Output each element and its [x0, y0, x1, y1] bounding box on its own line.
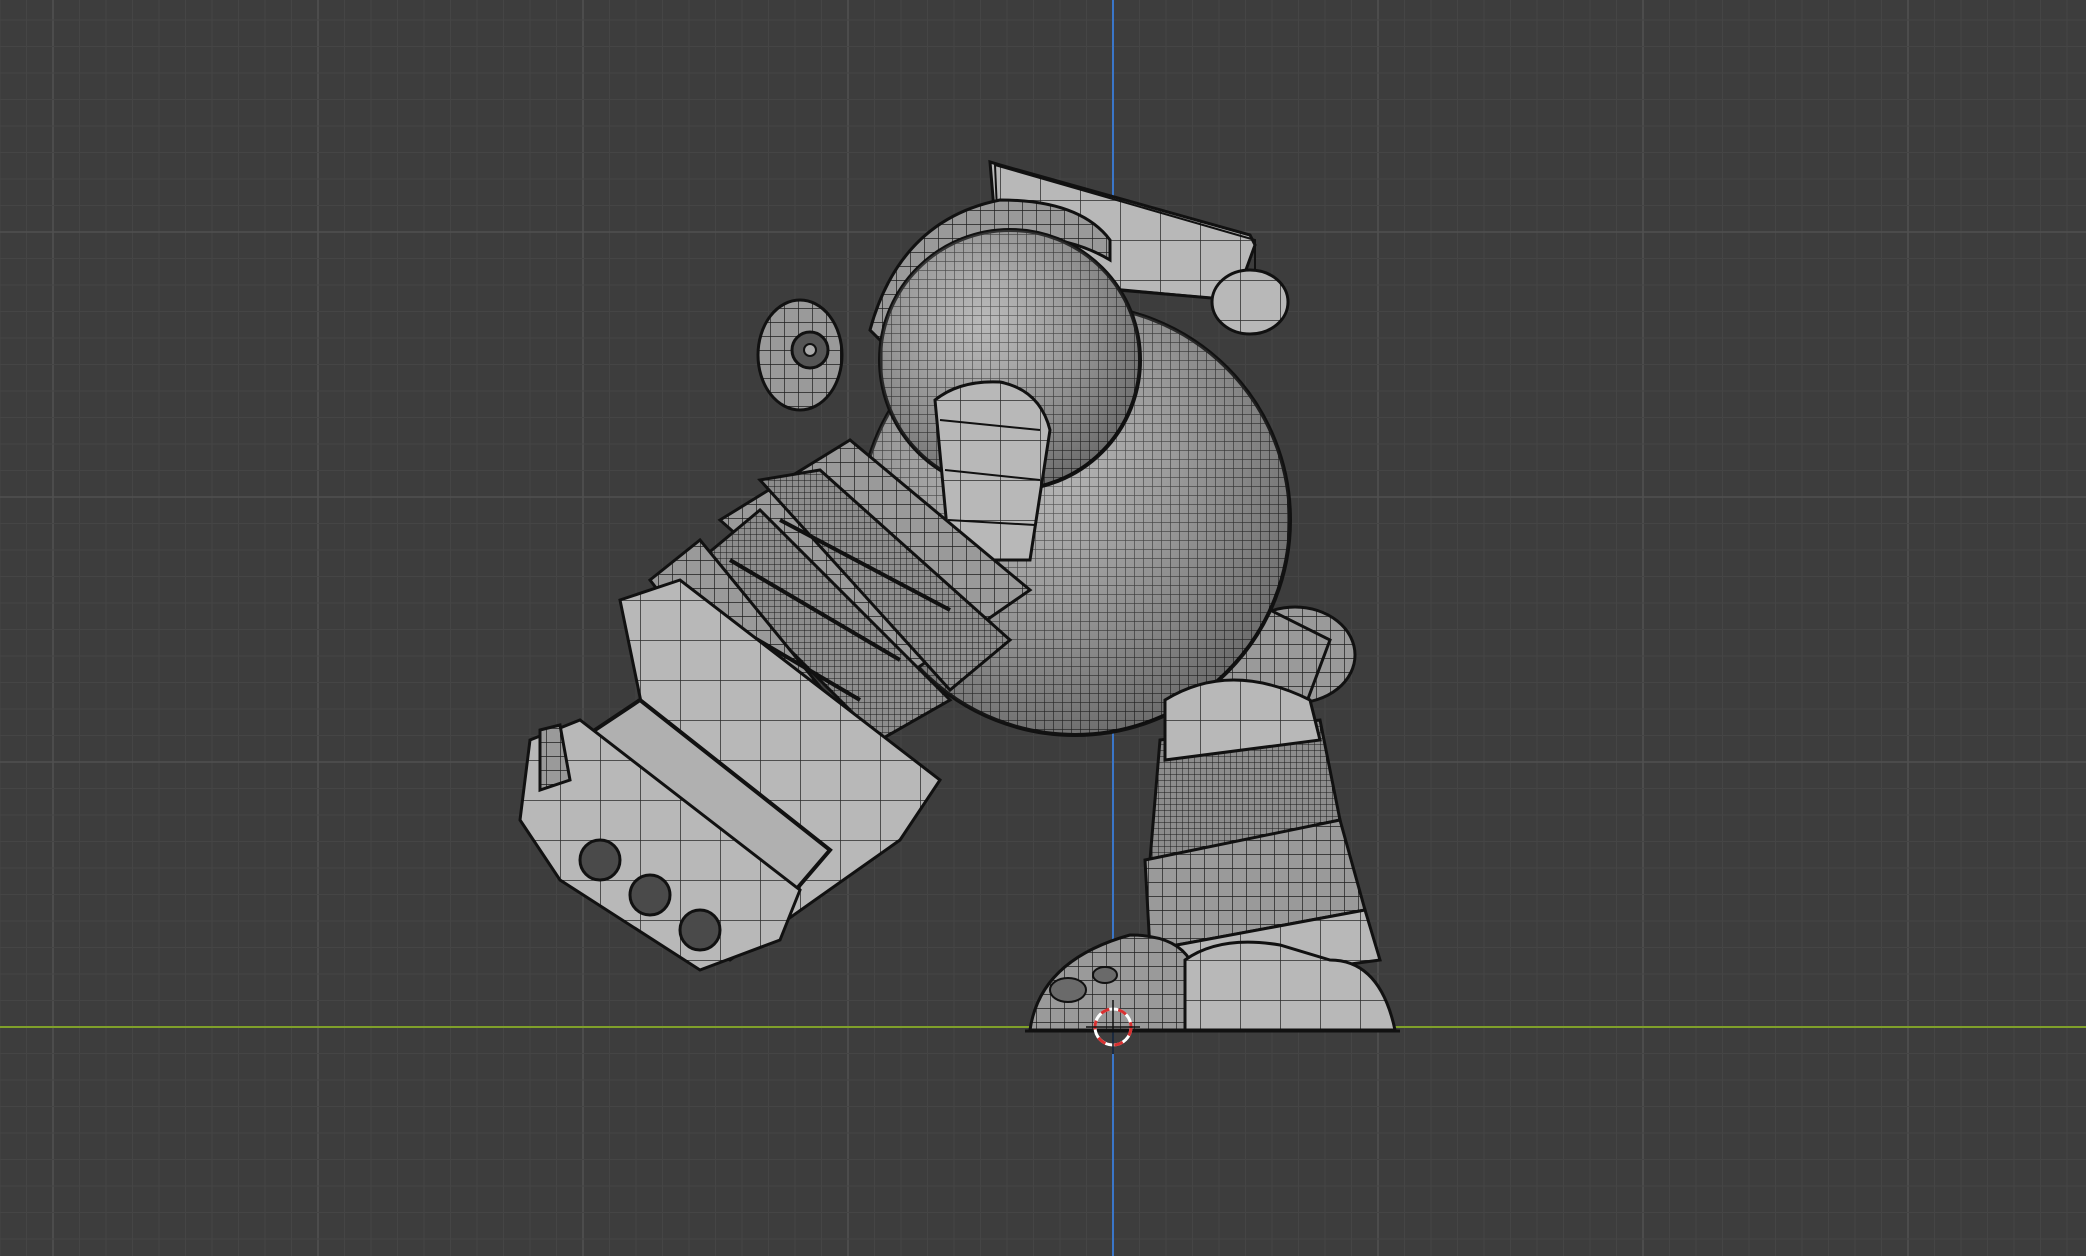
3d-viewport[interactable] [0, 0, 2086, 1256]
viewport-scene [0, 0, 2086, 1256]
mech-robot-model[interactable] [518, 159, 1400, 1033]
